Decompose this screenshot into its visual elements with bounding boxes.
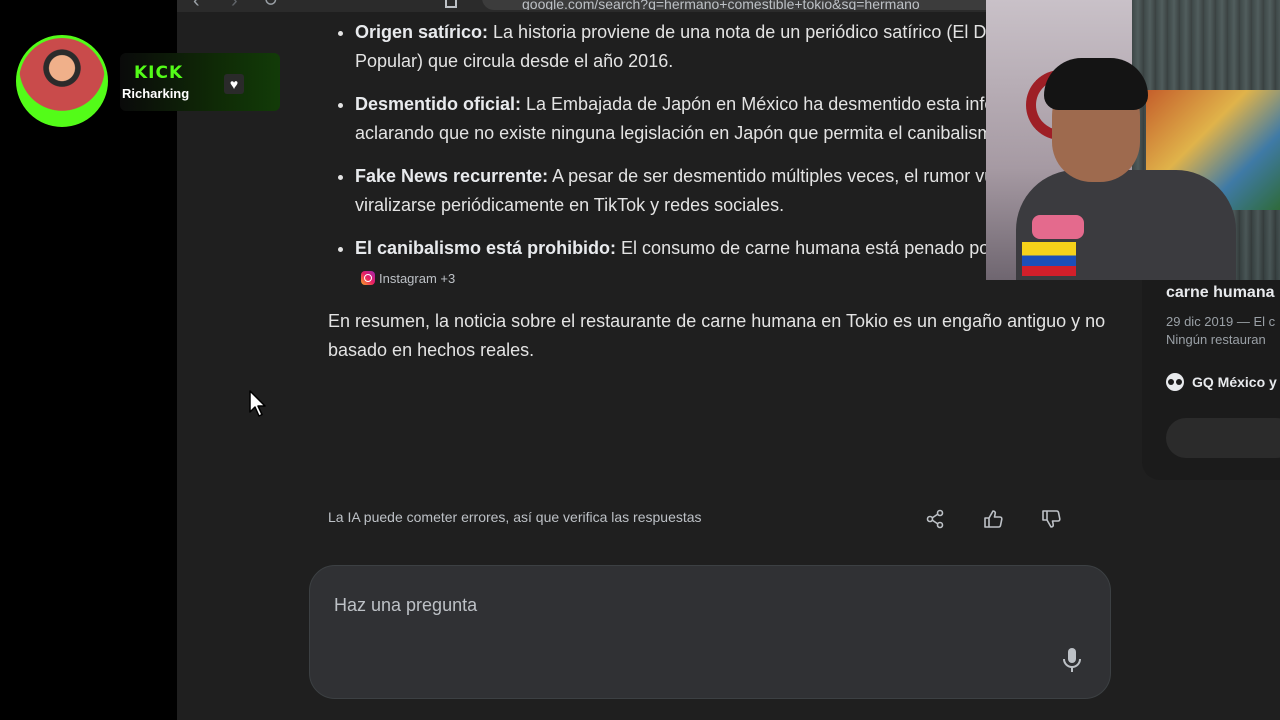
heart-icon: ♥ [224, 74, 244, 94]
bullet-title: Fake News recurrente: [355, 166, 549, 186]
reload-icon[interactable]: ↻ [263, 0, 278, 11]
toy-car [1032, 215, 1084, 239]
back-icon[interactable]: ‹ [193, 0, 200, 13]
address-bar[interactable]: google.com/search?q=hermano+comestible+t… [482, 0, 1002, 10]
feedback-row: La IA puede cometer errores, así que ver… [328, 505, 1068, 533]
ask-input[interactable] [332, 590, 1016, 620]
source-card-publisher[interactable]: GQ México y [1166, 373, 1277, 391]
forward-icon[interactable]: › [231, 0, 238, 13]
answer-summary: En resumen, la noticia sobre el restaura… [328, 310, 1106, 360]
source-card-snippet: 29 dic 2019 — El c Ningún restauran [1166, 313, 1275, 349]
bullet-title: El canibalismo está prohibido: [355, 238, 617, 258]
ai-disclaimer: La IA puede cometer errores, así que ver… [328, 509, 702, 525]
kick-follow-widget: KICK Richarking ♥ [16, 35, 280, 130]
webcam-overlay [986, 0, 1280, 280]
bookmark-icon[interactable] [445, 0, 457, 8]
kick-logo: KICK [134, 63, 184, 83]
instagram-icon [361, 271, 375, 286]
streamer-hair [1044, 58, 1148, 110]
publisher-logo-icon [1166, 373, 1184, 391]
thumbs-down-icon[interactable] [1037, 505, 1065, 533]
show-all-button[interactable] [1166, 418, 1280, 458]
share-icon[interactable] [921, 505, 949, 533]
ask-box[interactable] [309, 565, 1111, 699]
kick-tag: KICK Richarking ♥ [120, 53, 280, 111]
source-chip-label: Instagram +3 [379, 270, 456, 286]
microphone-icon[interactable] [1060, 646, 1084, 674]
publisher-name: GQ México y [1192, 374, 1277, 390]
thumbs-up-icon[interactable] [979, 505, 1007, 533]
flag [1022, 242, 1076, 276]
source-chip[interactable]: Instagram +3 [361, 264, 455, 293]
bullet-title: Desmentido oficial: [355, 94, 522, 114]
source-card-text: Ningún restauran [1166, 332, 1266, 347]
kick-username: Richarking [122, 86, 190, 101]
source-card-date: 29 dic 2019 — El c [1166, 314, 1276, 329]
avatar [16, 35, 108, 127]
mouse-cursor-icon [249, 390, 266, 417]
bullet-title: Origen satírico: [355, 22, 489, 42]
source-card-title[interactable]: carne humana [1166, 284, 1274, 302]
